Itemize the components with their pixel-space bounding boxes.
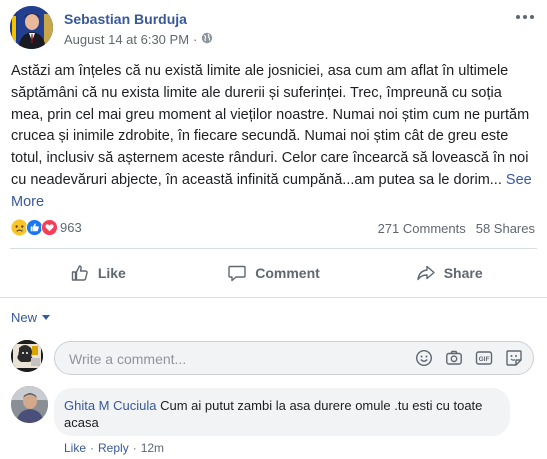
- divider: [10, 248, 537, 249]
- gif-icon[interactable]: GIF: [475, 349, 493, 367]
- thumbs-up-icon: [71, 265, 88, 281]
- comments-count[interactable]: 271 Comments: [378, 221, 466, 236]
- shares-count[interactable]: 58 Shares: [476, 221, 535, 236]
- post-meta: August 14 at 6:30 PM ·: [64, 32, 213, 47]
- meta-separator: ·: [193, 32, 198, 47]
- current-user-avatar[interactable]: [11, 340, 43, 372]
- action-bar: Like Comment Share: [10, 256, 537, 290]
- comment-icon: [228, 265, 246, 282]
- share-label: Share: [443, 265, 483, 281]
- facebook-post: Sebastian Burduja August 14 at 6:30 PM ·…: [0, 0, 547, 459]
- comment-reply-link[interactable]: Reply: [98, 441, 129, 455]
- reactions-summary[interactable]: 963: [11, 219, 82, 236]
- author-name[interactable]: Sebastian Burduja: [64, 11, 187, 27]
- comment-text-block: Ghita M Cuciula Cum ai putut zambi la as…: [64, 397, 504, 431]
- more-options-icon[interactable]: [515, 10, 535, 24]
- comment-separator: ·: [132, 441, 137, 455]
- comment-actions: Like · Reply · 12m: [64, 441, 164, 455]
- emoji-icon[interactable]: [415, 349, 433, 367]
- comment-sort-dropdown[interactable]: New: [11, 310, 51, 325]
- like-label: Like: [97, 265, 126, 281]
- comment-time[interactable]: 12m: [141, 441, 164, 455]
- comment-author[interactable]: Ghita M Cuciula: [64, 398, 156, 413]
- globe-icon[interactable]: [201, 32, 213, 47]
- comment-separator: ·: [90, 441, 95, 455]
- comment-composer[interactable]: GIF: [54, 341, 534, 376]
- love-icon: [41, 219, 58, 236]
- post-body: Astăzi am înțeles că nu există limite al…: [11, 63, 530, 188]
- share-button[interactable]: Share: [361, 256, 537, 290]
- comment-label: Comment: [255, 265, 320, 281]
- post-text: Astăzi am înțeles că nu există limite al…: [11, 61, 537, 214]
- comment-input[interactable]: [67, 342, 401, 376]
- author-avatar[interactable]: [10, 6, 53, 49]
- share-arrow-icon: [417, 265, 435, 281]
- comment-bubble: Ghita M Cuciula Cum ai putut zambi la as…: [54, 388, 510, 436]
- caret-down-icon: [42, 315, 51, 320]
- engagement-counts: 271 Comments 58 Shares: [378, 221, 535, 236]
- like-button[interactable]: Like: [10, 256, 186, 290]
- sticker-icon[interactable]: [505, 349, 523, 367]
- comment-button[interactable]: Comment: [186, 256, 362, 290]
- svg-text:GIF: GIF: [479, 356, 490, 363]
- commenter-avatar[interactable]: [11, 386, 48, 423]
- post-timestamp[interactable]: August 14 at 6:30 PM: [64, 32, 189, 47]
- divider: [0, 297, 547, 298]
- sort-label: New: [11, 310, 38, 325]
- composer-icons: GIF: [415, 349, 523, 367]
- camera-icon[interactable]: [445, 349, 463, 367]
- comment-like-link[interactable]: Like: [64, 441, 86, 455]
- reaction-count[interactable]: 963: [60, 220, 82, 235]
